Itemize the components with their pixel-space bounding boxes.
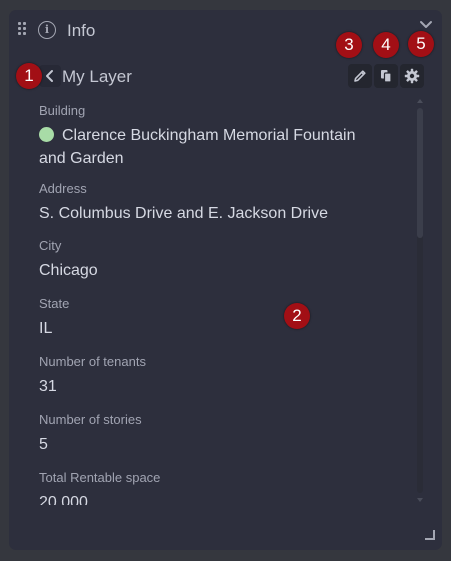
drag-handle-icon[interactable] bbox=[18, 22, 27, 38]
field-label: Number of tenants bbox=[39, 354, 146, 369]
field-tenants: Number of tenants 31 bbox=[39, 353, 379, 398]
field-address: Address S. Columbus Drive and E. Jackson… bbox=[39, 180, 379, 225]
field-value: Clarence Buckingham Memorial Fountain an… bbox=[39, 124, 379, 170]
marker-1: 1 bbox=[16, 63, 42, 89]
info-panel: i Info My Layer Building Clarence Buckin… bbox=[9, 10, 442, 550]
field-value: 5 bbox=[39, 436, 48, 453]
back-button[interactable] bbox=[39, 65, 61, 87]
info-icon: i bbox=[38, 21, 56, 39]
field-value: Chicago bbox=[39, 262, 98, 279]
marker-5: 5 bbox=[408, 31, 434, 57]
panel-title: Info bbox=[67, 21, 96, 40]
scrollbar[interactable] bbox=[415, 98, 424, 503]
field-label: Number of stories bbox=[39, 412, 142, 427]
edit-button[interactable] bbox=[348, 64, 372, 88]
page: i Info My Layer Building Clarence Buckin… bbox=[0, 0, 451, 561]
copy-icon bbox=[381, 70, 392, 83]
status-dot-icon bbox=[39, 127, 54, 142]
field-label: Building bbox=[39, 103, 86, 118]
scroll-down-icon[interactable] bbox=[416, 497, 424, 503]
marker-4: 4 bbox=[373, 32, 399, 58]
field-rentable-space: Total Rentable space 20,000 bbox=[39, 469, 379, 505]
field-label: State bbox=[39, 296, 70, 311]
field-stories: Number of stories 5 bbox=[39, 411, 379, 456]
gear-icon bbox=[404, 68, 420, 84]
field-state: State IL bbox=[39, 295, 379, 340]
chevron-left-icon bbox=[46, 70, 53, 82]
field-label: Total Rentable space bbox=[39, 470, 161, 485]
settings-button[interactable] bbox=[400, 64, 424, 88]
layer-header: My Layer bbox=[9, 62, 442, 90]
scroll-up-icon[interactable] bbox=[416, 98, 424, 104]
field-label: Address bbox=[39, 181, 87, 196]
field-value: 31 bbox=[39, 378, 57, 395]
field-label: City bbox=[39, 238, 62, 253]
field-building: Building Clarence Buckingham Memorial Fo… bbox=[39, 102, 379, 170]
layer-title: My Layer bbox=[62, 67, 132, 86]
building-name: Clarence Buckingham Memorial Fountain an… bbox=[39, 127, 356, 167]
marker-2: 2 bbox=[284, 303, 310, 329]
field-city: City Chicago bbox=[39, 237, 379, 282]
chevron-down-icon[interactable] bbox=[419, 20, 433, 30]
copy-button[interactable] bbox=[374, 64, 398, 88]
pencil-icon bbox=[354, 70, 366, 82]
field-value: 20,000 bbox=[39, 494, 88, 505]
scroll-thumb[interactable] bbox=[417, 108, 423, 238]
field-value: S. Columbus Drive and E. Jackson Drive bbox=[39, 205, 328, 222]
marker-3: 3 bbox=[336, 32, 362, 58]
resize-handle-icon[interactable] bbox=[425, 530, 435, 540]
field-value: IL bbox=[39, 320, 53, 337]
info-content: Building Clarence Buckingham Memorial Fo… bbox=[9, 97, 414, 505]
